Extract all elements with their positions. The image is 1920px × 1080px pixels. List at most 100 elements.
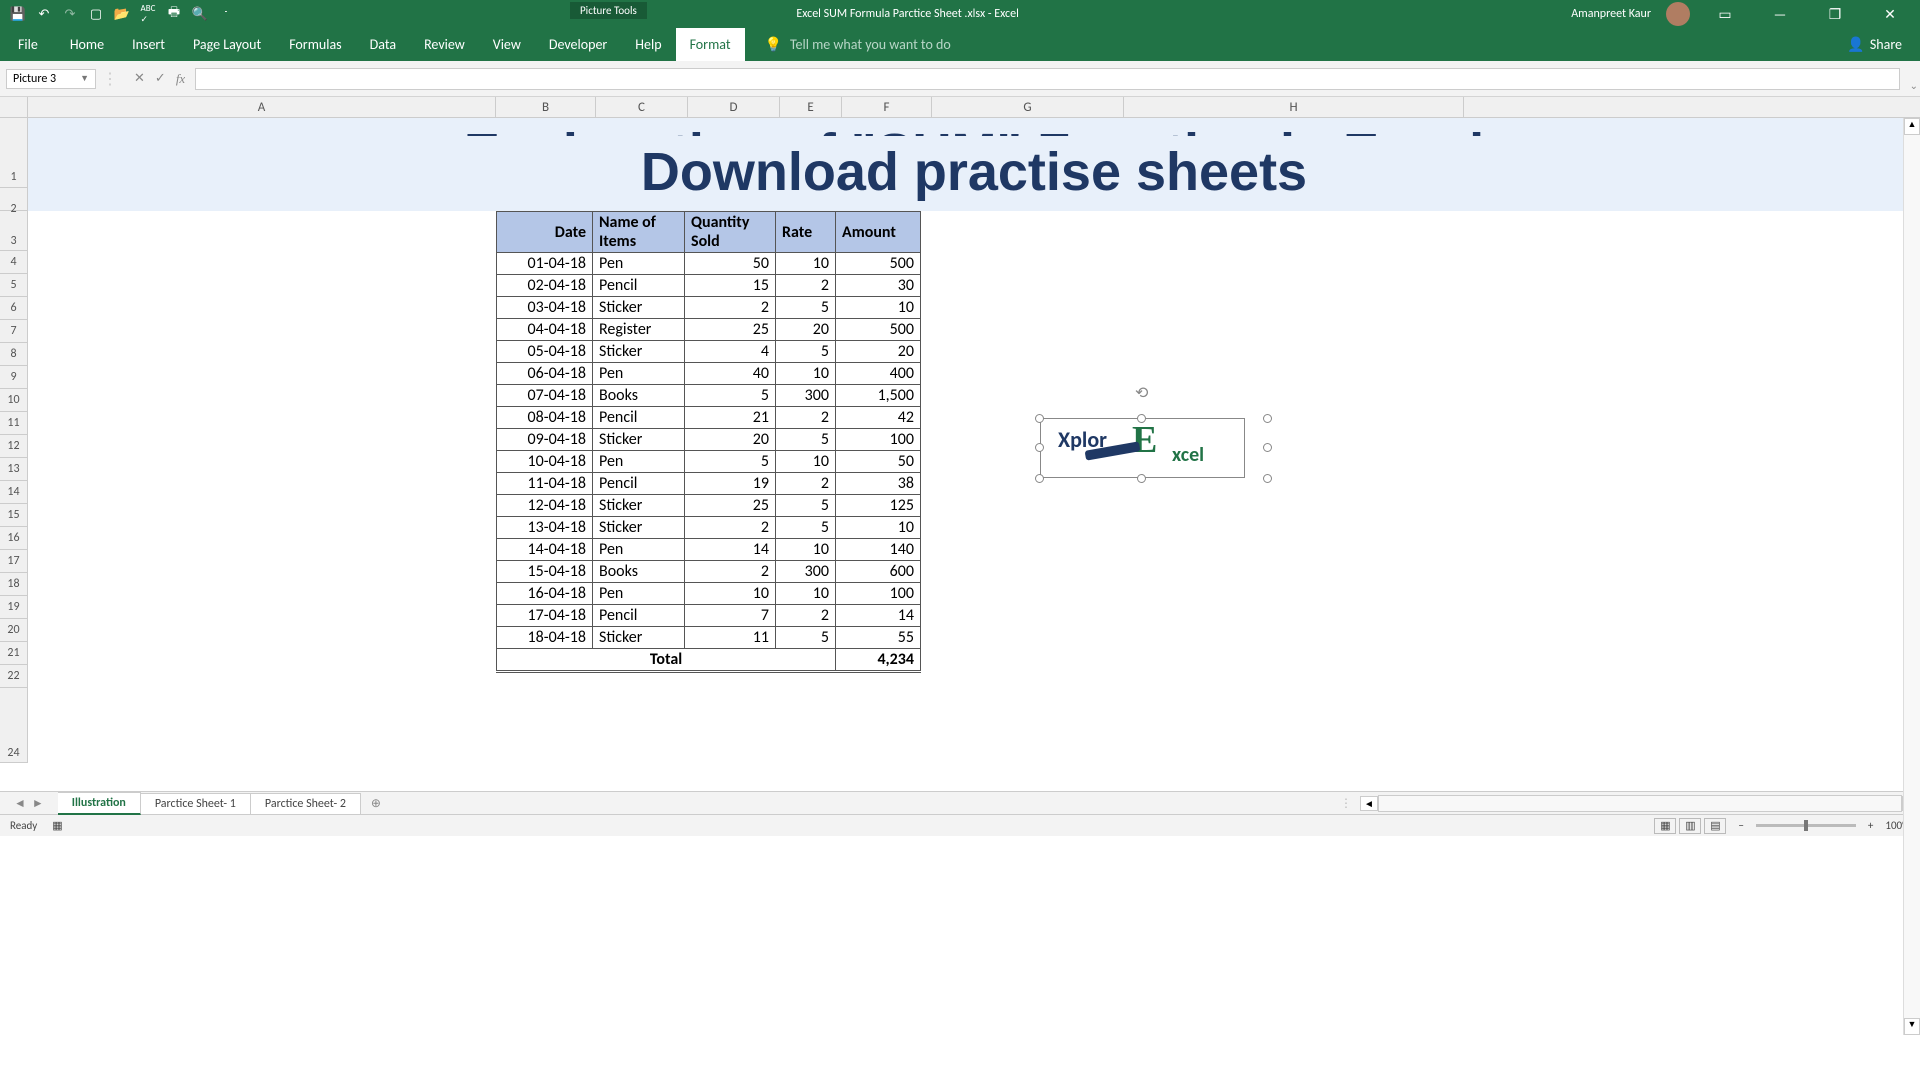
cell-date[interactable]: 02-04-18: [497, 275, 593, 297]
save-icon[interactable]: 💾: [10, 6, 26, 22]
row-header[interactable]: 24: [0, 688, 28, 763]
column-header[interactable]: H: [1124, 97, 1464, 117]
name-box[interactable]: Picture 3 ▼: [6, 69, 96, 89]
cell-item[interactable]: Pen: [593, 539, 685, 561]
cell-amount[interactable]: 14: [836, 605, 921, 627]
cell-amount[interactable]: 10: [836, 297, 921, 319]
minimize-icon[interactable]: —: [1760, 6, 1800, 23]
cell-qty[interactable]: 19: [685, 473, 776, 495]
close-icon[interactable]: ✕: [1870, 6, 1910, 23]
cell-amount[interactable]: 10: [836, 517, 921, 539]
cell-amount[interactable]: 30: [836, 275, 921, 297]
row-header[interactable]: 11: [0, 412, 28, 435]
tab-developer[interactable]: Developer: [535, 28, 621, 61]
column-header[interactable]: C: [596, 97, 688, 117]
cell-item[interactable]: Pencil: [593, 407, 685, 429]
row-header[interactable]: 15: [0, 504, 28, 527]
row-header[interactable]: 9: [0, 366, 28, 389]
cell-item[interactable]: Pen: [593, 253, 685, 275]
vertical-scrollbar[interactable]: ▲ ▼: [1903, 118, 1920, 1035]
cell-date[interactable]: 11-04-18: [497, 473, 593, 495]
row-header[interactable]: 5: [0, 274, 28, 297]
cell-rate[interactable]: 10: [776, 451, 836, 473]
cancel-formula-icon[interactable]: ✕: [134, 71, 145, 87]
resize-handle[interactable]: [1263, 414, 1272, 423]
cell-qty[interactable]: 4: [685, 341, 776, 363]
row-header[interactable]: 18: [0, 573, 28, 596]
cell-date[interactable]: 17-04-18: [497, 605, 593, 627]
tab-review[interactable]: Review: [410, 28, 479, 61]
cell-date[interactable]: 07-04-18: [497, 385, 593, 407]
cell-qty[interactable]: 25: [685, 319, 776, 341]
tab-help[interactable]: Help: [621, 28, 675, 61]
cell-rate[interactable]: 5: [776, 341, 836, 363]
row-header[interactable]: 6: [0, 297, 28, 320]
row-header[interactable]: 22: [0, 665, 28, 688]
preview-icon[interactable]: 🔍: [192, 6, 208, 22]
rotate-handle-icon[interactable]: ⟲: [1135, 383, 1148, 403]
cell-rate[interactable]: 10: [776, 363, 836, 385]
new-file-icon[interactable]: ▢: [88, 6, 104, 22]
column-header[interactable]: A: [28, 97, 496, 117]
row-header[interactable]: 4: [0, 251, 28, 274]
select-all-triangle[interactable]: [0, 97, 28, 117]
resize-handle[interactable]: [1035, 474, 1044, 483]
cell-date[interactable]: 16-04-18: [497, 583, 593, 605]
tab-view[interactable]: View: [479, 28, 535, 61]
cell-amount[interactable]: 38: [836, 473, 921, 495]
username-label[interactable]: Amanpreet Kaur: [1571, 7, 1651, 21]
cell-date[interactable]: 06-04-18: [497, 363, 593, 385]
cell-item[interactable]: Books: [593, 385, 685, 407]
cell-rate[interactable]: 2: [776, 407, 836, 429]
tab-insert[interactable]: Insert: [118, 28, 179, 61]
cell-amount[interactable]: 400: [836, 363, 921, 385]
sheet-tab-practice-2[interactable]: Parctice Sheet- 2: [251, 793, 361, 814]
fx-icon[interactable]: fx: [176, 71, 185, 87]
cell-amount[interactable]: 100: [836, 429, 921, 451]
resize-handle[interactable]: [1263, 443, 1272, 452]
zoom-in-icon[interactable]: +: [1868, 819, 1873, 832]
view-page-layout-icon[interactable]: ▥: [1679, 818, 1701, 834]
macro-record-icon[interactable]: ▦: [52, 819, 62, 832]
cell-qty[interactable]: 2: [685, 561, 776, 583]
column-header[interactable]: E: [780, 97, 842, 117]
row-header[interactable]: 14: [0, 481, 28, 504]
cell-amount[interactable]: 125: [836, 495, 921, 517]
cell-date[interactable]: 14-04-18: [497, 539, 593, 561]
cell-qty[interactable]: 25: [685, 495, 776, 517]
cell-amount[interactable]: 55: [836, 627, 921, 649]
cell-item[interactable]: Pencil: [593, 275, 685, 297]
ribbon-options-icon[interactable]: ▭: [1705, 6, 1745, 23]
cell-rate[interactable]: 10: [776, 253, 836, 275]
undo-icon[interactable]: ↶: [36, 6, 52, 22]
formula-input[interactable]: [195, 68, 1900, 90]
row-header[interactable]: 3: [0, 211, 28, 251]
cell-qty[interactable]: 7: [685, 605, 776, 627]
column-header[interactable]: B: [496, 97, 596, 117]
cell-amount[interactable]: 500: [836, 253, 921, 275]
cell-item[interactable]: Register: [593, 319, 685, 341]
cell-qty[interactable]: 5: [685, 451, 776, 473]
cell-amount[interactable]: 50: [836, 451, 921, 473]
enter-formula-icon[interactable]: ✓: [155, 71, 166, 87]
redo-icon[interactable]: ↷: [62, 6, 78, 22]
worksheet-grid[interactable]: 1234567891011121314151617181920212224 Ex…: [0, 118, 1920, 791]
cell-item[interactable]: Pen: [593, 451, 685, 473]
row-header[interactable]: 13: [0, 458, 28, 481]
cell-amount[interactable]: 20: [836, 341, 921, 363]
cell-date[interactable]: 04-04-18: [497, 319, 593, 341]
cell-date[interactable]: 12-04-18: [497, 495, 593, 517]
tab-data[interactable]: Data: [356, 28, 410, 61]
cell-qty[interactable]: 2: [685, 517, 776, 539]
cell-amount[interactable]: 140: [836, 539, 921, 561]
cell-item[interactable]: Pen: [593, 583, 685, 605]
tellme-search[interactable]: 💡 Tell me what you want to do: [745, 28, 951, 61]
row-header[interactable]: 17: [0, 550, 28, 573]
cell-rate[interactable]: 5: [776, 517, 836, 539]
cell-rate[interactable]: 5: [776, 495, 836, 517]
cell-rate[interactable]: 20: [776, 319, 836, 341]
cell-item[interactable]: Sticker: [593, 627, 685, 649]
sheet-tab-illustration[interactable]: Illustration: [58, 792, 141, 815]
resize-handle[interactable]: [1263, 474, 1272, 483]
column-header[interactable]: F: [842, 97, 932, 117]
